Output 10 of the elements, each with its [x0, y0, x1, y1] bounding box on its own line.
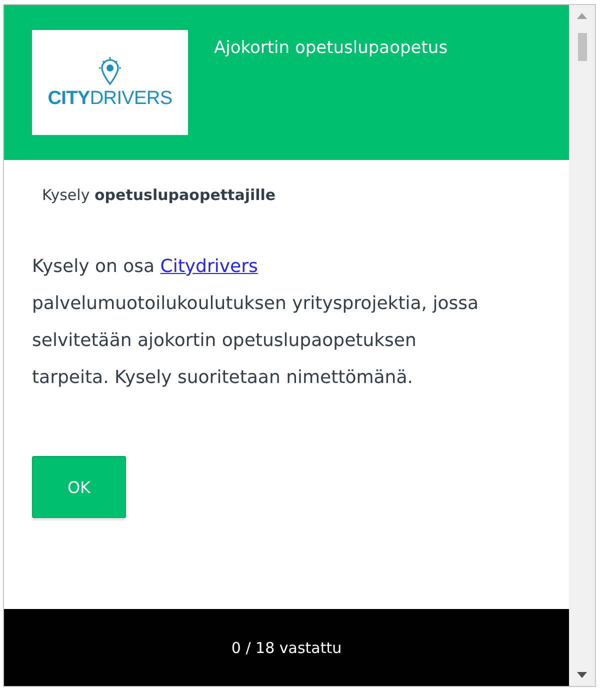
intro-paragraph: Kysely on osa Citydrivers palvelumuotoilukoulutuksen yritysprojektia, jossa selvitetään ajokortin opetuslupaopetuksen tarpeita. Kysely suoritetaan nimettömänä.	[32, 255, 480, 390]
citydrivers-link[interactable]: Citydrivers	[160, 256, 258, 277]
scrollbar[interactable]	[569, 5, 595, 686]
survey-subtitle: Kysely opetuslupaopettajille	[42, 186, 277, 204]
up-arrow-icon[interactable]	[577, 13, 587, 19]
pin-icon	[98, 56, 122, 86]
down-arrow-icon[interactable]	[577, 672, 587, 678]
logo-text: CITYDRIVERS	[48, 88, 172, 110]
scroll-thumb[interactable]	[578, 33, 586, 61]
survey-title: Ajokortin opetuslupaopetus	[214, 38, 448, 58]
